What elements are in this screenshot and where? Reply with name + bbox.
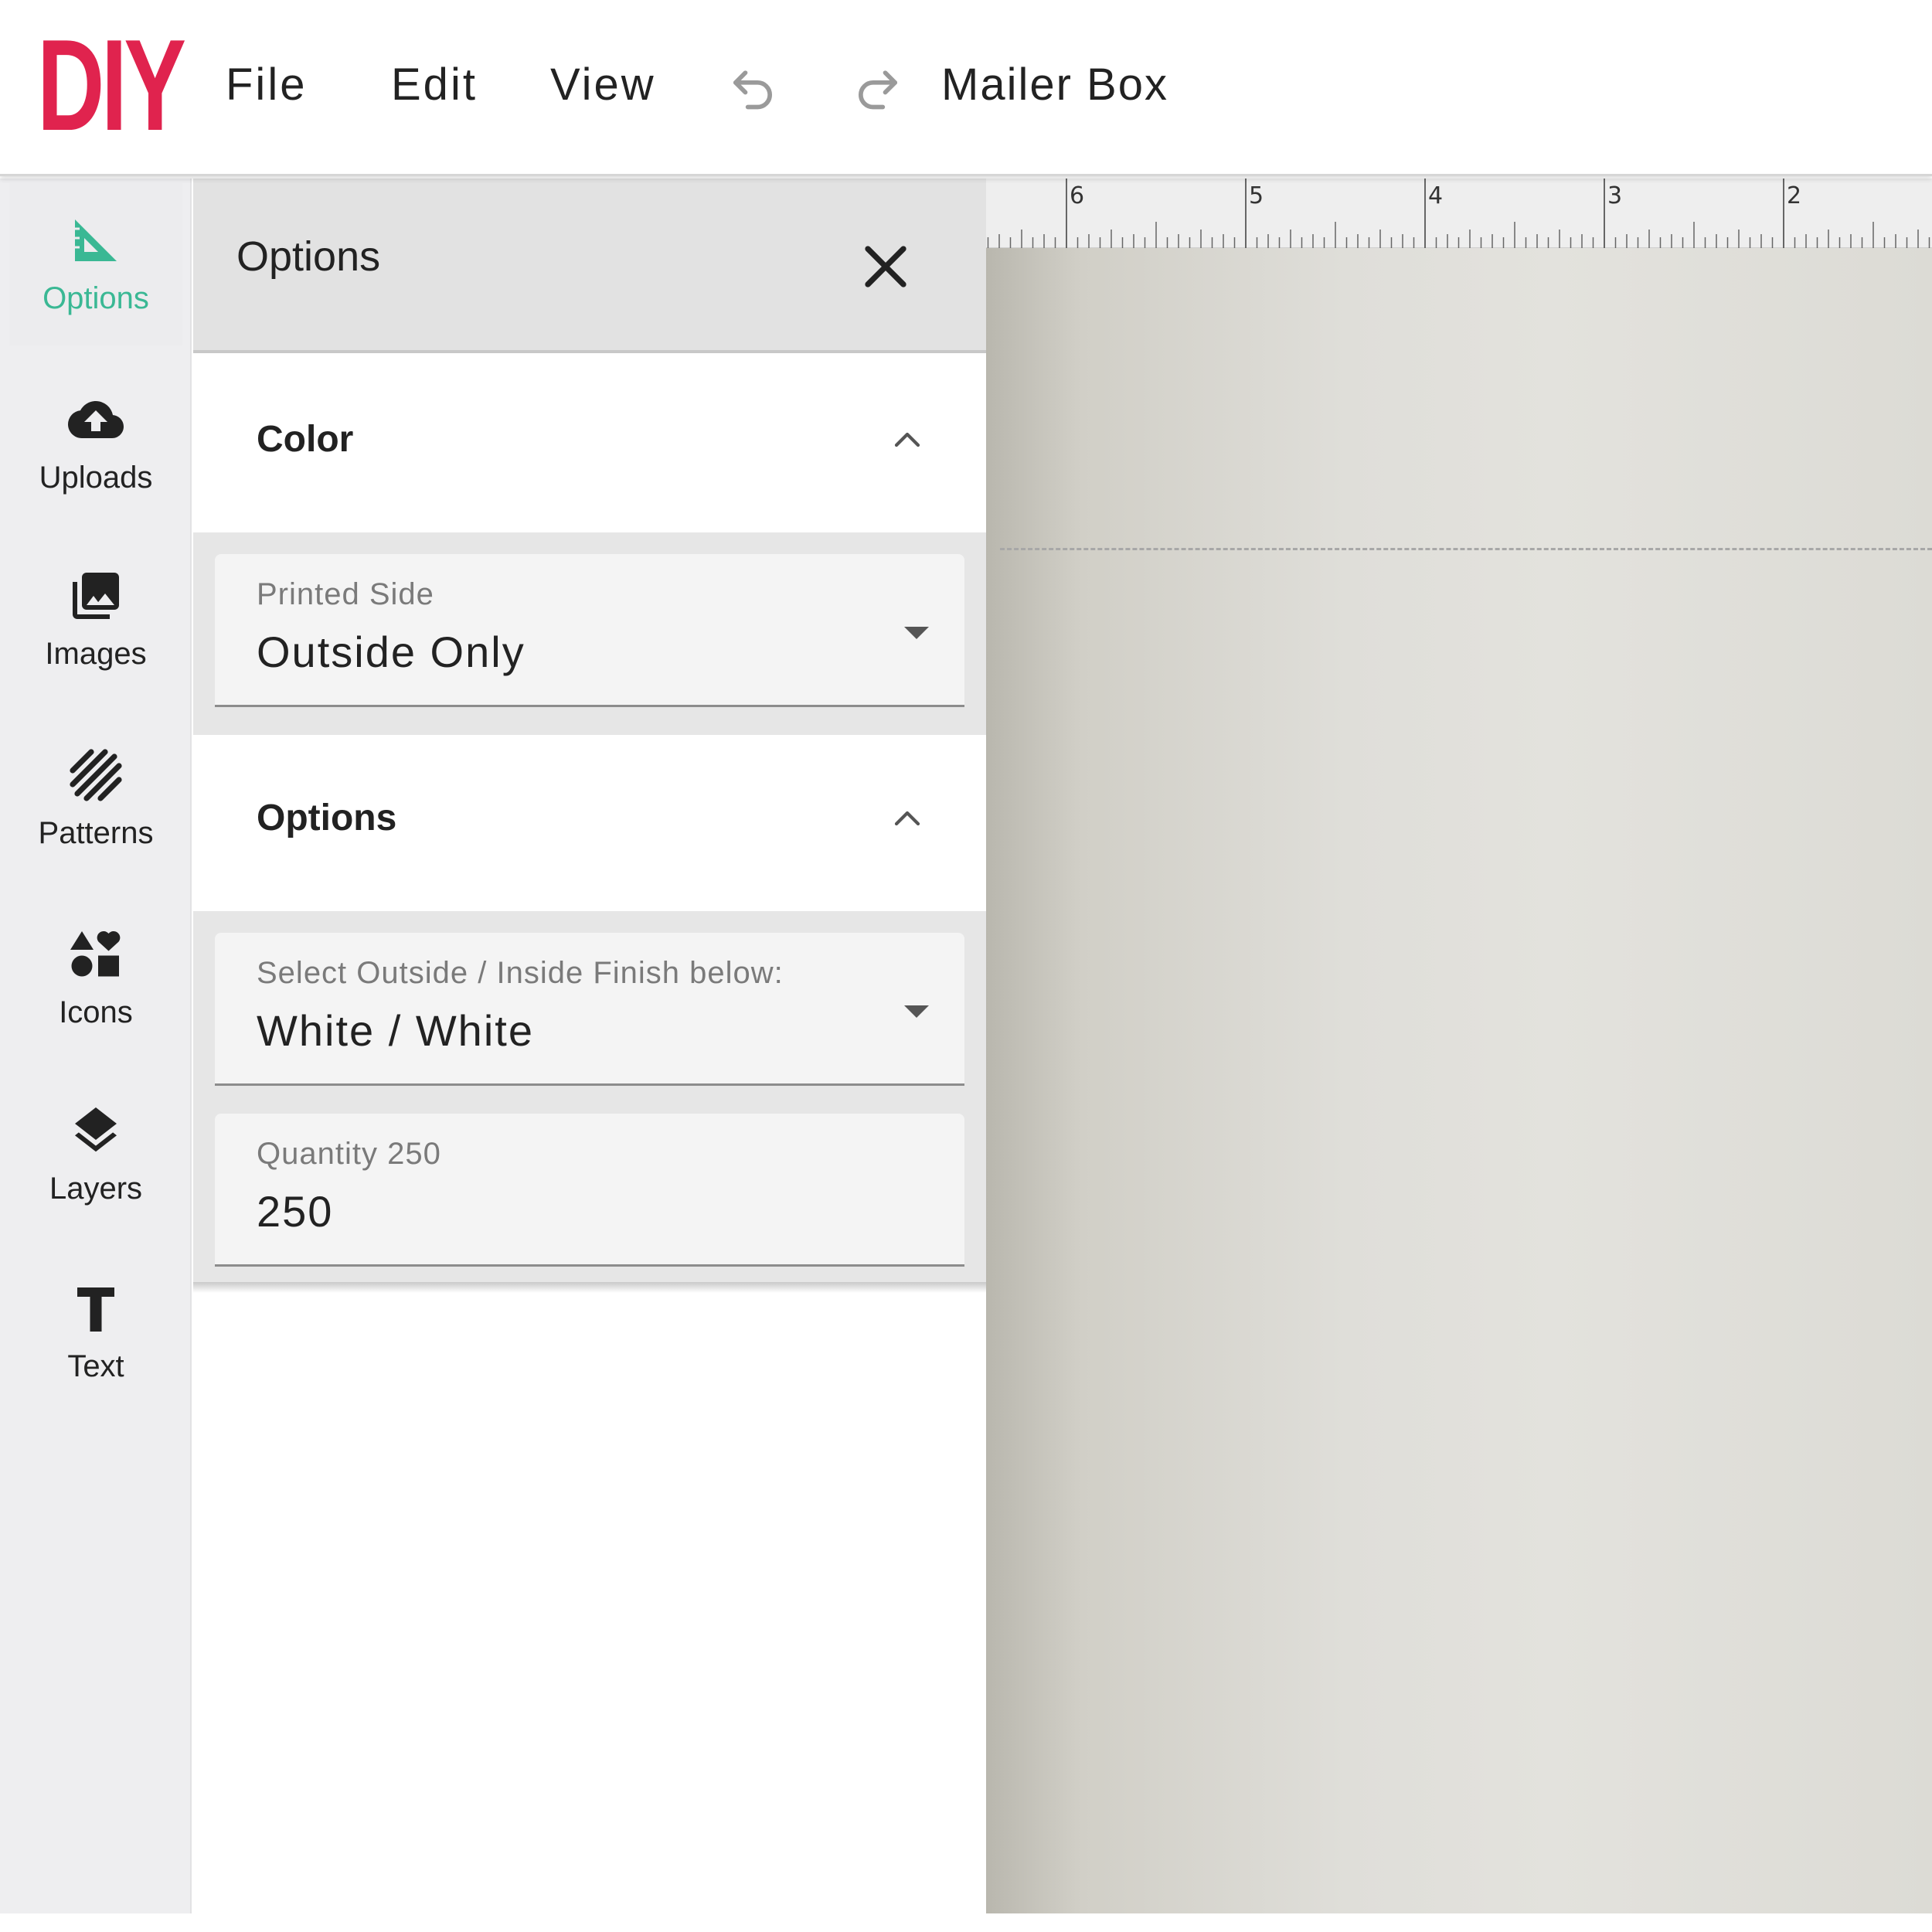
section-body-options: Select Outside / Inside Finish below: Wh…: [193, 911, 986, 1282]
field-value: 250: [257, 1187, 334, 1236]
ruler-label: 4: [1428, 182, 1443, 209]
ruler-label: 5: [1249, 182, 1264, 209]
ruler-label: 2: [1787, 182, 1801, 209]
patterns-icon: [68, 747, 124, 807]
panel-divider: [193, 1282, 986, 1293]
bottom-edge: [0, 1913, 1932, 1932]
dropdown-arrow-icon: [900, 621, 934, 644]
panel-title: Options: [236, 233, 381, 280]
rail-item-layers[interactable]: Layers: [9, 1073, 182, 1236]
panel-header: Options: [193, 179, 986, 353]
diy-logo[interactable]: DIY: [37, 20, 186, 150]
layers-icon: [68, 1103, 124, 1162]
options-panel: Options Color Printed Side Outside Only …: [193, 179, 986, 1932]
redo-icon[interactable]: [849, 56, 907, 114]
rail-label-patterns: Patterns: [38, 816, 154, 850]
cloud-upload-icon: [68, 392, 124, 451]
rail-label-layers: Layers: [49, 1172, 143, 1206]
printed-side-select[interactable]: Printed Side Outside Only: [215, 554, 964, 707]
rail-label-uploads: Uploads: [39, 461, 153, 495]
section-header-options[interactable]: Options: [193, 735, 986, 911]
section-body-color: Printed Side Outside Only: [193, 532, 986, 735]
rail-label-options: Options: [43, 281, 149, 315]
rail-item-options[interactable]: Options: [9, 183, 182, 345]
dropdown-arrow-icon: [900, 999, 934, 1022]
undo-icon[interactable]: [723, 56, 782, 114]
section-header-color[interactable]: Color: [193, 356, 986, 532]
rail-label-text: Text: [67, 1349, 124, 1383]
text-icon: [68, 1281, 124, 1340]
field-value: White / White: [257, 1006, 534, 1055]
rail-label-images: Images: [45, 637, 147, 671]
ruler-label: 3: [1607, 182, 1622, 209]
menu-file[interactable]: File: [226, 54, 307, 116]
section-title-color: Color: [257, 419, 354, 460]
horizontal-ruler: 6 5 4 3 2: [986, 179, 1932, 248]
close-icon[interactable]: [850, 231, 921, 302]
chevron-up-icon: [886, 418, 929, 461]
set-square-icon: [68, 213, 124, 272]
field-value: Outside Only: [257, 628, 526, 676]
rail-item-icons[interactable]: Icons: [9, 897, 182, 1060]
quantity-input[interactable]: Quantity 250 250: [215, 1114, 964, 1267]
ruler-label: 6: [1070, 182, 1084, 209]
rail-label-icons: Icons: [59, 995, 133, 1029]
document-title: Mailer Box: [941, 60, 1168, 110]
rail-item-patterns[interactable]: Patterns: [9, 718, 182, 880]
shapes-icon: [68, 927, 124, 986]
rail-item-images[interactable]: Images: [9, 539, 182, 701]
field-label: Quantity 250: [257, 1137, 441, 1171]
chevron-up-icon: [886, 797, 929, 840]
top-bar: DIY File Edit View Mailer Box: [0, 0, 1932, 176]
field-label: Printed Side: [257, 577, 434, 611]
design-canvas[interactable]: 6 5 4 3 2: [986, 179, 1932, 1932]
rail-item-uploads[interactable]: Uploads: [9, 362, 182, 525]
rail-item-text[interactable]: Text: [9, 1251, 182, 1413]
images-icon: [68, 568, 124, 628]
finish-select[interactable]: Select Outside / Inside Finish below: Wh…: [215, 933, 964, 1086]
left-tool-rail: Options Uploads Images Patterns Icons La…: [0, 179, 192, 1932]
section-title-options: Options: [257, 798, 397, 838]
fold-guide-line: [1000, 548, 1932, 550]
menu-view[interactable]: View: [550, 54, 656, 116]
field-label: Select Outside / Inside Finish below:: [257, 956, 784, 990]
menu-edit[interactable]: Edit: [391, 54, 478, 116]
